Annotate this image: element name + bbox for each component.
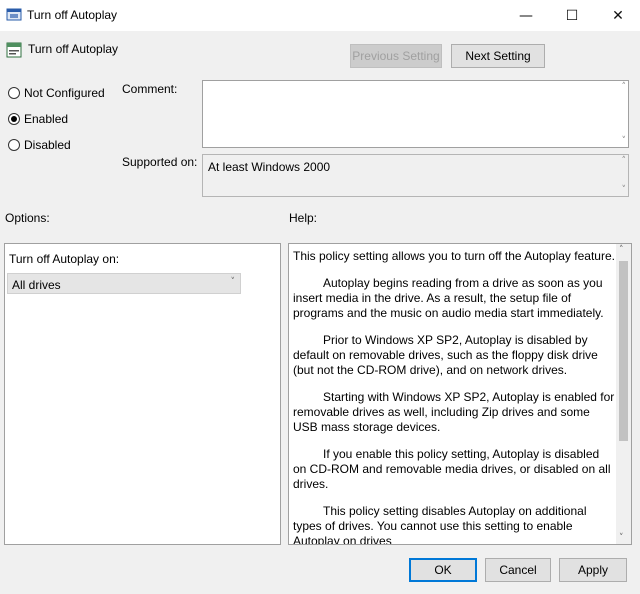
scroll-down-icon[interactable]: ˅ bbox=[619, 533, 624, 543]
dropdown-value: All drives bbox=[12, 278, 61, 292]
scroll-up-icon[interactable]: ˄ bbox=[619, 245, 624, 255]
help-heading: Help: bbox=[289, 211, 318, 225]
minimize-button[interactable]: — bbox=[503, 0, 549, 31]
setting-name: Turn off Autoplay bbox=[28, 42, 119, 56]
help-panel: This policy setting allows you to turn o… bbox=[288, 243, 632, 545]
scroll-up-icon: ˄ bbox=[621, 156, 627, 166]
help-paragraph: Prior to Windows XP SP2, Autoplay is dis… bbox=[293, 333, 598, 377]
minimize-icon: — bbox=[519, 7, 533, 24]
close-button[interactable]: ✕ bbox=[595, 0, 640, 31]
scrollbar-thumb[interactable] bbox=[619, 261, 628, 441]
window-title: Turn off Autoplay bbox=[27, 8, 118, 22]
help-paragraph: If you enable this policy setting, Autop… bbox=[293, 447, 611, 491]
options-panel: Turn off Autoplay on: All drives ˅ bbox=[4, 243, 281, 545]
ok-button[interactable]: OK bbox=[409, 558, 477, 582]
help-paragraph: This policy setting allows you to turn o… bbox=[293, 249, 615, 263]
dropdown-label: Turn off Autoplay on: bbox=[9, 252, 120, 266]
setting-icon bbox=[6, 42, 22, 58]
comment-label: Comment: bbox=[122, 82, 178, 96]
previous-setting-button[interactable]: Previous Setting bbox=[350, 44, 442, 68]
maximize-icon: ☐ bbox=[565, 7, 579, 24]
radio-enabled[interactable] bbox=[8, 113, 20, 125]
radio-disabled-label[interactable]: Disabled bbox=[24, 138, 71, 152]
radio-not-configured[interactable] bbox=[8, 87, 20, 99]
help-paragraph: Starting with Windows XP SP2, Autoplay i… bbox=[293, 390, 615, 434]
comment-field[interactable]: ˄ ˅ bbox=[202, 80, 629, 148]
supported-on-value: At least Windows 2000 bbox=[208, 160, 331, 174]
maximize-button[interactable]: ☐ bbox=[549, 0, 595, 31]
radio-not-configured-label[interactable]: Not Configured bbox=[24, 86, 105, 100]
help-text: This policy setting allows you to turn o… bbox=[293, 249, 615, 545]
options-heading: Options: bbox=[5, 211, 50, 225]
supported-on-label: Supported on: bbox=[122, 155, 198, 169]
chevron-down-icon: ˅ bbox=[230, 277, 236, 287]
cancel-button[interactable]: Cancel bbox=[485, 558, 551, 582]
scroll-down-icon: ˅ bbox=[621, 185, 627, 195]
scroll-up-icon: ˄ bbox=[621, 82, 627, 92]
radio-disabled[interactable] bbox=[8, 139, 20, 151]
help-paragraph: Autoplay begins reading from a drive as … bbox=[293, 276, 604, 320]
radio-enabled-label[interactable]: Enabled bbox=[24, 112, 68, 126]
policy-app-icon bbox=[6, 8, 22, 21]
apply-button[interactable]: Apply bbox=[559, 558, 627, 582]
help-paragraph: This policy setting disables Autoplay on… bbox=[293, 504, 587, 545]
autoplay-drive-dropdown[interactable]: All drives ˅ bbox=[7, 273, 241, 294]
close-icon: ✕ bbox=[612, 7, 624, 24]
supported-on-field: At least Windows 2000 ˄ ˅ bbox=[202, 154, 629, 197]
next-setting-button[interactable]: Next Setting bbox=[451, 44, 545, 68]
scroll-down-icon: ˅ bbox=[621, 136, 627, 146]
help-scrollbar[interactable]: ˄ ˅ bbox=[616, 244, 631, 544]
